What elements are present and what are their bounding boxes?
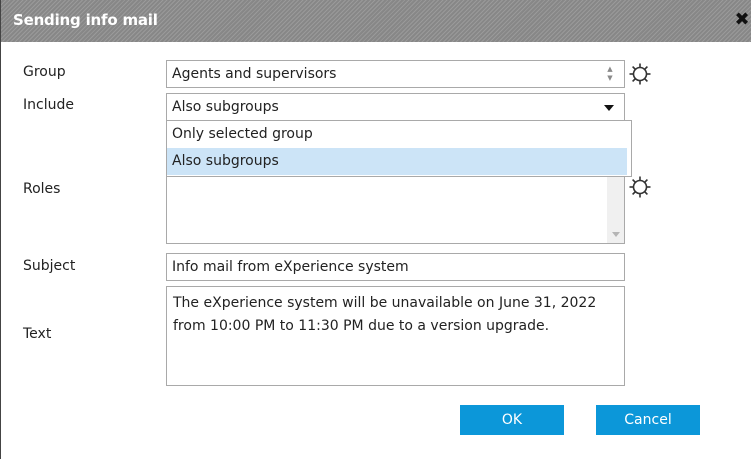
cancel-button[interactable]: Cancel: [596, 405, 700, 435]
subject-value: Info mail from eXperience system: [172, 259, 409, 275]
roles-label: Roles: [23, 181, 61, 197]
gear-icon[interactable]: [628, 62, 652, 86]
dialog-title: Sending info mail: [13, 11, 158, 29]
text-label: Text: [23, 326, 52, 342]
include-value: Also subgroups: [172, 99, 279, 115]
subject-label: Subject: [23, 258, 76, 274]
close-icon[interactable]: ✖: [734, 10, 750, 30]
scroll-down-icon[interactable]: [612, 232, 620, 237]
group-value: Agents and supervisors: [172, 66, 337, 82]
gear-icon[interactable]: [628, 175, 652, 199]
chevron-down-icon[interactable]: [604, 105, 614, 111]
include-select[interactable]: Also subgroups: [166, 93, 625, 121]
group-select[interactable]: Agents and supervisors ▲ ▼: [166, 60, 625, 88]
include-dropdown-list: Only selected group Also subgroups: [166, 120, 632, 177]
roles-list[interactable]: [166, 172, 625, 244]
text-input[interactable]: The eXperience system will be unavailabl…: [166, 286, 625, 386]
group-label: Group: [23, 64, 66, 80]
spinner-up-icon[interactable]: ▲: [604, 65, 616, 74]
group-spinner[interactable]: ▲ ▼: [604, 65, 616, 83]
dropdown-option-also-subgroups[interactable]: Also subgroups: [167, 148, 627, 175]
dropdown-option-only-selected-group[interactable]: Only selected group: [167, 121, 631, 148]
include-label: Include: [23, 97, 74, 113]
roles-scrollbar[interactable]: [607, 172, 624, 243]
ok-button[interactable]: OK: [460, 405, 564, 435]
info-mail-dialog: Sending info mail ✖ Group Agents and sup…: [0, 0, 751, 459]
spinner-down-icon[interactable]: ▼: [604, 74, 616, 83]
subject-input[interactable]: Info mail from eXperience system: [166, 253, 625, 281]
dialog-titlebar: Sending info mail ✖: [1, 0, 751, 42]
